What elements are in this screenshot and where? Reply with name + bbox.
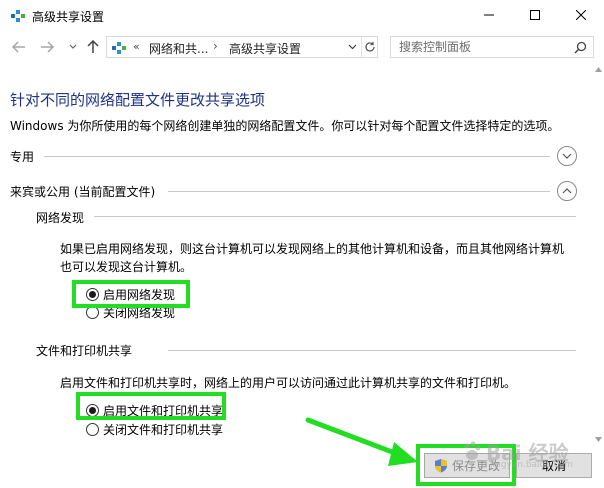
minimize-icon — [484, 14, 494, 16]
page-description: Windows 为你所使用的每个网络创建单独的网络配置文件。你可以针对每个配置文… — [10, 119, 560, 133]
file-sharing-off-label[interactable]: 关闭文件和打印机共享 — [103, 421, 223, 438]
title-bar: 高级共享设置 — [0, 0, 604, 32]
maximize-button[interactable] — [512, 0, 558, 30]
breadcrumb-advanced-sharing[interactable]: 高级共享设置 — [229, 40, 301, 57]
refresh-button[interactable] — [361, 37, 377, 57]
chevron-down-icon — [69, 44, 77, 49]
search-input[interactable] — [399, 40, 569, 54]
page-title: 针对不同的网络配置文件更改共享选项 — [10, 91, 266, 109]
refresh-icon — [364, 42, 375, 52]
network-icon — [112, 42, 126, 54]
file-printer-sharing-text: 启用文件和打印机共享时，网络上的用户可以访问通过此计算机共享的文件和打印机。 — [60, 376, 517, 390]
maximize-icon — [530, 10, 540, 20]
network-discovery-divider — [94, 216, 576, 217]
collapse-guest-button[interactable] — [557, 181, 577, 201]
forward-button[interactable] — [38, 38, 56, 56]
search-icon[interactable] — [574, 41, 587, 54]
network-discovery-label: 网络发现 — [36, 211, 85, 225]
up-button[interactable] — [84, 38, 102, 56]
chevron-up-icon — [562, 188, 572, 194]
guest-section-divider — [168, 191, 550, 192]
scroll-up-button[interactable] — [592, 62, 604, 76]
cancel-label[interactable]: 取消 — [542, 457, 566, 474]
back-button[interactable] — [10, 38, 28, 56]
radio-button-unchecked[interactable] — [86, 422, 99, 436]
private-section-label[interactable]: 专用 — [10, 148, 34, 165]
close-icon — [576, 10, 586, 20]
chevron-down-icon — [562, 153, 572, 159]
network-discovery-text-1: 如果已启用网络发现，则这台计算机可以发现网络上的其他计算机和设备，而且其他网络计… — [60, 242, 565, 256]
file-printer-sharing-label: 文件和打印机共享 — [36, 344, 133, 358]
triangle-down-icon — [594, 436, 602, 442]
address-dropdown-button[interactable] — [345, 37, 359, 57]
recent-locations-button[interactable] — [64, 38, 82, 56]
breadcrumb-separator[interactable]: › — [213, 39, 218, 53]
navigation-bar: « 网络和共... › 高级共享设置 — [0, 32, 604, 62]
network-discovery-text-2: 也可以发现这台计算机。 — [60, 260, 193, 274]
breadcrumb-network-sharing[interactable]: 网络和共... — [149, 40, 208, 57]
window-title: 高级共享设置 — [32, 10, 105, 24]
minimize-button[interactable] — [466, 0, 512, 30]
network-icon — [11, 10, 25, 22]
guest-section-label[interactable]: 来宾或公用 (当前配置文件) — [10, 183, 155, 200]
close-button[interactable] — [558, 0, 604, 30]
breadcrumb-overflow[interactable]: « — [133, 40, 140, 53]
file-sharing-off-option[interactable]: 关闭文件和打印机共享 — [86, 421, 223, 437]
cancel-button[interactable]: 取消 — [516, 453, 592, 478]
triangle-up-icon — [594, 66, 602, 72]
highlight-box-file-sharing — [76, 392, 226, 420]
expand-private-button[interactable] — [557, 146, 577, 166]
chevron-down-icon — [348, 44, 356, 50]
arrow-up-icon — [87, 40, 99, 53]
arrow-left-icon — [12, 41, 25, 53]
arrow-right-icon — [41, 41, 54, 53]
highlight-box-save — [416, 444, 516, 486]
scroll-down-button[interactable] — [592, 432, 604, 446]
file-printer-sharing-divider — [168, 350, 576, 351]
highlight-box-network-discovery — [72, 280, 190, 308]
annotation-arrow-icon — [305, 417, 418, 466]
address-bar[interactable]: « 网络和共... › 高级共享设置 — [106, 36, 378, 58]
search-box[interactable] — [390, 36, 594, 58]
private-section-divider — [44, 156, 550, 157]
